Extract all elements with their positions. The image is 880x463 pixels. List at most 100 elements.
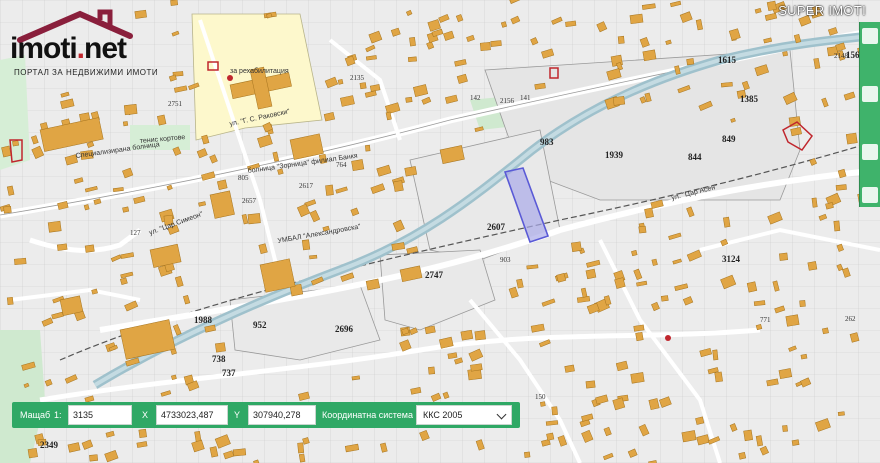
building <box>551 406 558 416</box>
building <box>424 325 436 335</box>
building <box>779 252 788 261</box>
building <box>3 205 12 214</box>
building <box>714 371 723 383</box>
site-logo[interactable]: imoti.net ПОРТАЛ ЗА НЕДВИЖИМИ ИМОТИ <box>8 8 168 78</box>
building <box>712 349 719 361</box>
parcel-number: 2696 <box>335 324 354 334</box>
building <box>325 184 334 196</box>
parcel-number: 2349 <box>40 440 59 450</box>
building <box>56 243 68 251</box>
building <box>585 268 597 280</box>
parcel-number: 2617 <box>299 182 314 190</box>
x-label: X <box>142 410 149 420</box>
building <box>648 398 660 411</box>
building <box>686 58 695 66</box>
building <box>743 429 754 442</box>
building <box>571 241 582 252</box>
watermark: SUPER IMOTI <box>778 3 866 18</box>
side-tool-button[interactable] <box>862 187 878 203</box>
building <box>785 314 800 327</box>
building <box>309 254 318 260</box>
x-coordinate-input[interactable]: 4733023,487 <box>156 405 228 425</box>
building <box>631 249 638 257</box>
building <box>123 104 138 116</box>
parcel-number: 141 <box>520 94 531 102</box>
building <box>405 96 413 103</box>
parcel-number: 142 <box>470 94 481 102</box>
building <box>119 277 128 285</box>
building <box>409 37 416 47</box>
building <box>84 244 95 253</box>
y-label: Y <box>234 410 241 420</box>
logo-tld: net <box>84 32 127 65</box>
building <box>782 425 788 432</box>
building <box>791 439 800 446</box>
map-app: 1615 1385 1939 844 849 983 2607 2747 3124 2696 952… <box>0 0 880 463</box>
building <box>807 261 818 271</box>
y-coordinate-input[interactable]: 307940,278 <box>248 405 316 425</box>
building <box>833 220 841 232</box>
side-tool-button[interactable] <box>862 86 878 102</box>
building <box>565 20 577 28</box>
parcel-number: 1939 <box>605 150 624 160</box>
building <box>298 453 306 463</box>
parcel-number: 2148 <box>834 52 849 60</box>
building <box>540 401 546 407</box>
crs-select[interactable]: ККС 2005 <box>416 405 512 425</box>
crs-value: ККС 2005 <box>423 410 463 420</box>
building <box>837 411 845 417</box>
building <box>545 420 559 426</box>
building <box>428 366 436 375</box>
parcel-number: 1615 <box>718 55 737 65</box>
building <box>778 368 793 380</box>
building <box>47 220 62 233</box>
side-toolbar <box>859 22 880 207</box>
building <box>633 324 645 332</box>
building <box>359 82 367 90</box>
building <box>766 0 777 12</box>
building <box>799 300 806 308</box>
building <box>782 51 788 57</box>
building <box>170 0 179 6</box>
building <box>138 428 147 439</box>
building <box>720 82 733 88</box>
building <box>337 78 344 85</box>
building-large <box>259 258 296 293</box>
parcel-number: 771 <box>760 316 771 324</box>
building <box>845 132 858 145</box>
parcel-number: 844 <box>688 152 702 162</box>
side-tool-button[interactable] <box>862 144 878 160</box>
building <box>490 40 502 47</box>
scale-input[interactable]: 3135 <box>68 405 132 425</box>
building <box>746 281 758 293</box>
parcel-number: 3124 <box>722 254 741 264</box>
parcel-number: 150 <box>535 393 546 401</box>
logo-tagline: ПОРТАЛ ЗА НЕДВИЖИМИ ИМОТИ <box>14 68 159 77</box>
poi-marker <box>227 75 233 81</box>
building <box>755 323 763 331</box>
coordinate-toolbar: Мащаб 1: 3135 X 4733023,487 Y 307940,278… <box>12 402 520 428</box>
side-tool-button[interactable] <box>862 28 878 44</box>
building <box>564 364 575 373</box>
building <box>585 380 596 389</box>
building <box>612 95 626 106</box>
parcel-number: 983 <box>540 137 554 147</box>
building <box>753 300 766 307</box>
parcel-number: 1385 <box>740 94 759 104</box>
building <box>534 82 546 90</box>
parcel-number: 805 <box>238 174 249 182</box>
building <box>215 342 226 353</box>
building <box>351 375 361 381</box>
parcel-number: 2135 <box>350 74 365 82</box>
building <box>546 432 555 441</box>
street-label: за рехабилитация <box>230 67 289 75</box>
building <box>800 353 808 360</box>
building <box>297 442 305 454</box>
building <box>617 35 625 44</box>
scale-prefix: 1: <box>54 410 62 420</box>
building <box>301 239 311 251</box>
building <box>247 213 261 225</box>
building <box>89 454 99 462</box>
building <box>6 296 14 306</box>
building <box>660 295 669 302</box>
